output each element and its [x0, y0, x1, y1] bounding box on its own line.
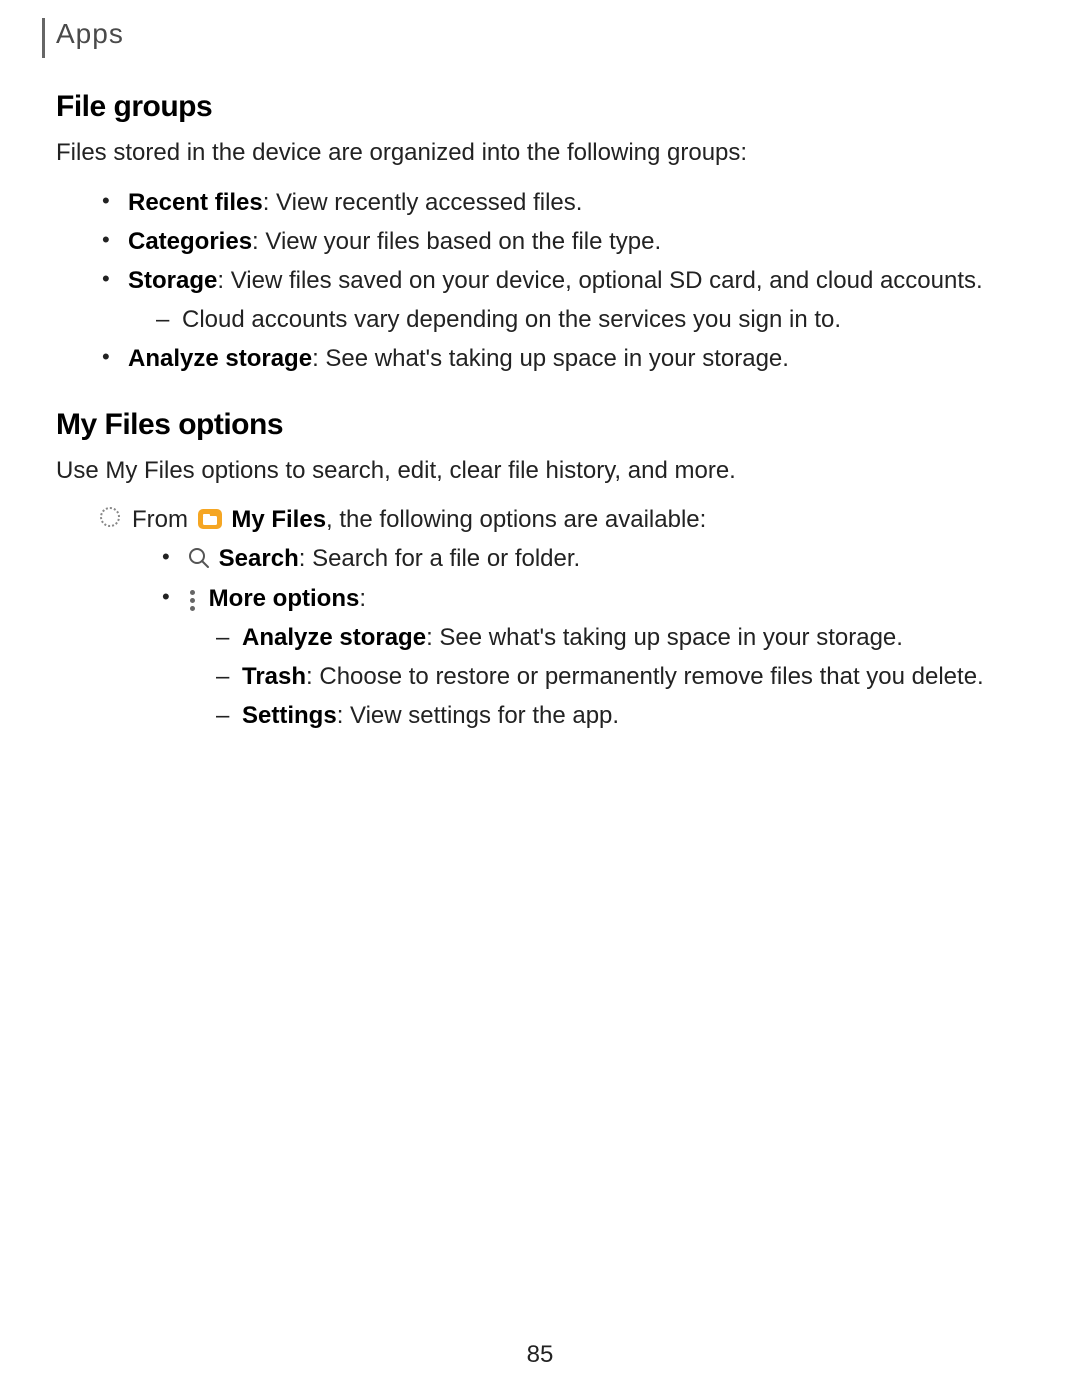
more-options-icon: [188, 587, 196, 609]
list-item: Trash: Choose to restore or permanently …: [216, 658, 1024, 695]
from-suffix: , the following options are available:: [326, 506, 706, 533]
item-label: Search: [219, 545, 299, 572]
list-item: Settings: View settings for the app.: [216, 697, 1024, 734]
list-item: Recent files: View recently accessed fil…: [102, 184, 1024, 221]
heading-my-files-options: My Files options: [56, 408, 1024, 442]
item-label: Settings: [242, 702, 337, 729]
sub-list: Cloud accounts vary depending on the ser…: [156, 301, 1024, 338]
item-label: Categories: [128, 228, 252, 255]
item-label: Trash: [242, 663, 306, 690]
item-desc: : See what's taking up space in your sto…: [426, 624, 903, 651]
item-desc: : View files saved on your device, optio…: [217, 267, 982, 294]
list-item: More options: Analyze storage: See what'…: [162, 580, 1024, 735]
item-desc: : See what's taking up space in your sto…: [312, 345, 789, 372]
my-files-folder-icon: [197, 504, 223, 526]
heading-file-groups: File groups: [56, 90, 1024, 124]
list-item: Search: Search for a file or folder.: [162, 540, 1024, 577]
file-groups-list: Recent files: View recently accessed fil…: [102, 184, 1024, 378]
item-label: Analyze storage: [128, 345, 312, 372]
list-item: Storage: View files saved on your device…: [102, 262, 1024, 338]
item-desc: : Search for a file or folder.: [299, 545, 580, 572]
from-line: From My Files, the following options are…: [102, 501, 1024, 734]
list-item: Cloud accounts vary depending on the ser…: [156, 301, 1024, 338]
page-number: 85: [0, 1341, 1080, 1369]
from-prefix: From: [132, 506, 195, 533]
header-rule: [42, 18, 45, 58]
item-desc: : View recently accessed files.: [263, 189, 583, 216]
item-desc: : Choose to restore or permanently remov…: [306, 663, 984, 690]
item-label: Recent files: [128, 189, 263, 216]
more-sub-list: Analyze storage: See what's taking up sp…: [216, 619, 1024, 735]
item-label: More options: [209, 585, 360, 612]
intro-file-groups: Files stored in the device are organized…: [56, 136, 1024, 170]
page: Apps File groups Files stored in the dev…: [0, 0, 1080, 1397]
item-desc: : View settings for the app.: [337, 702, 619, 729]
item-colon: :: [359, 585, 366, 612]
intro-my-files-options: Use My Files options to search, edit, cl…: [56, 454, 1024, 488]
options-list: Search: Search for a file or folder. Mor…: [162, 540, 1024, 734]
my-files-label: My Files: [231, 506, 326, 533]
list-item: Analyze storage: See what's taking up sp…: [216, 619, 1024, 656]
list-item: Analyze storage: See what's taking up sp…: [102, 340, 1024, 377]
breadcrumb: Apps: [56, 18, 1024, 50]
list-item: Categories: View your files based on the…: [102, 223, 1024, 260]
item-label: Analyze storage: [242, 624, 426, 651]
search-icon: [188, 543, 210, 565]
circle-bullet-icon: [100, 507, 120, 527]
item-desc: Cloud accounts vary depending on the ser…: [182, 306, 841, 333]
item-label: Storage: [128, 267, 217, 294]
item-desc: : View your files based on the file type…: [252, 228, 661, 255]
